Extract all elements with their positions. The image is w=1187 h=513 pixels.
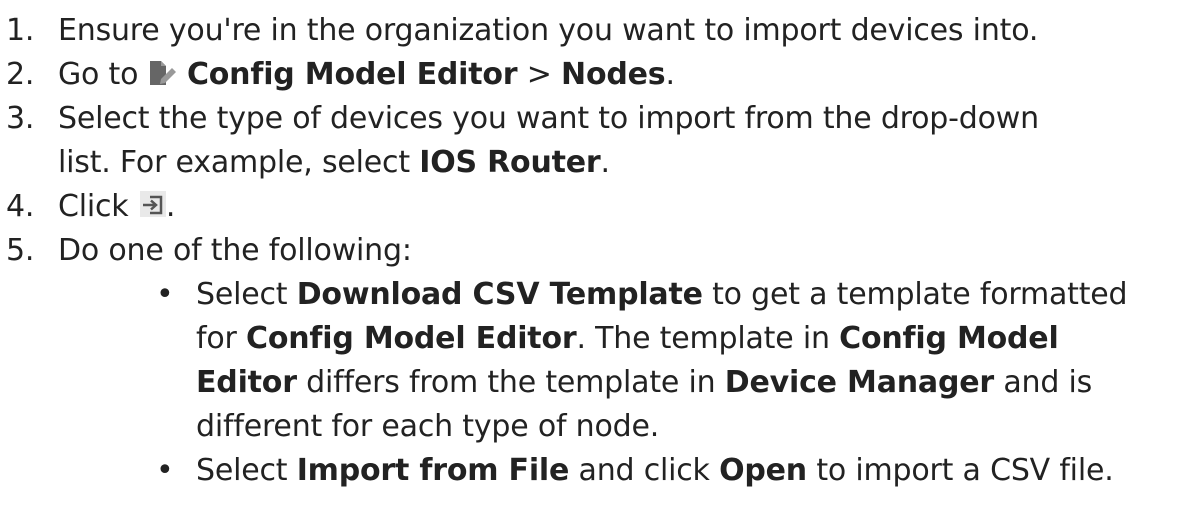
instruction-steps: 1. Ensure you're in the organization you… [0, 0, 1187, 513]
step-text: list. For example, select IOS Router. [58, 145, 610, 181]
bullet-text: Select Import from File and click Open t… [196, 453, 1114, 489]
import-from-file-option: Import from File [296, 453, 570, 488]
config-model-editor-term: Config Model Editor [246, 321, 577, 356]
step-text: Ensure you're in the organization you wa… [58, 13, 1039, 48]
menu-config-model-editor: Config Model Editor [186, 57, 518, 92]
step-number: 4. [6, 189, 35, 224]
menu-nodes: Nodes [561, 57, 666, 92]
step-number: 2. [6, 57, 35, 92]
step-text: Go to Config Model Editor > Nodes. [58, 57, 675, 96]
step-text-part: list. For example, select [58, 145, 410, 180]
bullet-text-part: Select [196, 453, 288, 488]
step-suffix: . [665, 57, 675, 92]
step-suffix: . [600, 145, 611, 180]
config-model-editor-term: Config Model [839, 321, 1059, 356]
step-prefix: Go to [58, 57, 139, 92]
step-suffix: . [165, 189, 176, 224]
step-number: 1. [6, 13, 35, 48]
device-manager-term: Device Manager [724, 365, 994, 400]
bullet-text: Editor differs from the template in Devi… [196, 365, 1092, 401]
config-model-editor-icon [148, 59, 178, 96]
bullet-text-part: and is [1003, 365, 1093, 400]
bullet-text: Select Download CSV Template to get a te… [196, 277, 1128, 313]
bullet-text: for Config Model Editor. The template in… [196, 321, 1059, 357]
bullet-marker: • [156, 277, 174, 312]
step-prefix: Click [58, 189, 129, 224]
path-separator: > [526, 57, 552, 92]
open-option: Open [719, 453, 807, 488]
step-text: Select the type of devices you want to i… [58, 101, 1039, 136]
bullet-text-part: for [196, 321, 237, 356]
step-number: 5. [6, 233, 35, 268]
bullet-text-part: to get a template formatted [712, 277, 1128, 312]
bullet-text-part: and click [578, 453, 710, 488]
step-text: Click . [58, 189, 175, 225]
config-model-editor-term: Editor [196, 365, 297, 400]
import-icon [139, 191, 166, 217]
bullet-text-part: to import a CSV file. [816, 453, 1114, 488]
step-number: 3. [6, 101, 35, 136]
bullet-text: different for each type of node. [196, 409, 660, 444]
ios-router-option: IOS Router [419, 145, 601, 180]
download-csv-template-option: Download CSV Template [296, 277, 703, 312]
bullet-text-part: Select [196, 277, 288, 312]
bullet-marker: • [156, 453, 174, 488]
step-text: Do one of the following: [58, 233, 412, 268]
bullet-text-part: . The template in [576, 321, 830, 356]
bullet-text-part: differs from the template in [306, 365, 716, 400]
